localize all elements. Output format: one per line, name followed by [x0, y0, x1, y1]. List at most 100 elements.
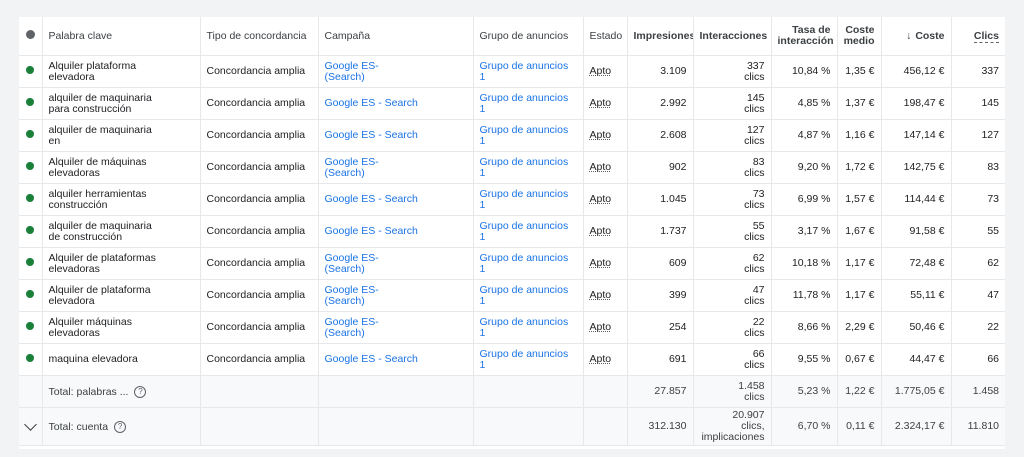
- interactions-cell: 83 clics: [693, 151, 772, 184]
- help-icon[interactable]: ?: [114, 420, 127, 433]
- total-account-label: Total: cuenta: [48, 420, 109, 433]
- table-row: Alquiler de plataformas elevadoras Concord…: [19, 247, 1005, 280]
- campaign-link[interactable]: Google ES - Search: [325, 129, 418, 141]
- keyword-text-line2: elevadoras: [48, 326, 100, 339]
- enabled-status-dot-icon[interactable]: [26, 194, 35, 202]
- chevron-down-icon[interactable]: [23, 418, 37, 431]
- cost-cell: 147,14 €: [881, 119, 952, 152]
- total-account-interactions-extra: implicaciones: [701, 431, 765, 443]
- clicks-cell: 22: [951, 311, 1005, 344]
- avg-cost-column-header[interactable]: Coste medio: [837, 17, 882, 56]
- campaign-link[interactable]: Google ES - Search: [325, 353, 418, 365]
- interactions-unit: clics: [744, 134, 765, 147]
- status-cell: Apto: [583, 247, 628, 280]
- expand-toggle[interactable]: [19, 407, 43, 446]
- clicks-column-header[interactable]: Clics: [951, 17, 1005, 56]
- match-type-cell: Concordancia amplia: [200, 183, 319, 216]
- enabled-status-dot-icon[interactable]: [26, 130, 35, 138]
- total-keywords-label: Total: palabras ...: [48, 385, 129, 398]
- keyword-cell: Alquiler de plataforma elevadora: [42, 279, 201, 312]
- interaction-rate-column-header[interactable]: Tasa de interacción: [771, 17, 838, 56]
- interactions-column-header[interactable]: Interacciones: [693, 17, 772, 56]
- impressions-cell: 691: [627, 343, 694, 376]
- interaction-rate-cell: 3,17 %: [771, 215, 838, 248]
- campaign-link[interactable]: Google ES- (Search): [325, 60, 379, 83]
- interaction-rate-cell: 9,55 %: [771, 343, 838, 376]
- campaign-link[interactable]: Google ES - Search: [325, 225, 418, 237]
- avg-cost-cell: 1,57 €: [837, 183, 882, 216]
- campaign-link[interactable]: Google ES - Search: [325, 193, 418, 205]
- ad-group-link[interactable]: Grupo de anuncios 1: [480, 316, 569, 339]
- ad-group-cell: Grupo de anuncios 1: [473, 183, 584, 216]
- status-text-column-header[interactable]: Estado: [583, 17, 628, 56]
- interaction-rate-cell: 8,66 %: [771, 311, 838, 344]
- status-text[interactable]: Apto: [590, 161, 612, 173]
- status-text[interactable]: Apto: [590, 97, 612, 109]
- cost-column-header[interactable]: ↓ Coste: [881, 17, 952, 56]
- status-text[interactable]: Apto: [590, 289, 612, 301]
- keyword-text-line2: en: [48, 134, 61, 147]
- status-cell: Apto: [583, 311, 628, 344]
- keywords-table-panel: Palabra clave Tipo de concordancia Campa…: [19, 17, 1005, 449]
- table-row: Alquiler de plataforma elevadora Concordan…: [19, 279, 1005, 312]
- ad-group-link[interactable]: Grupo de anuncios 1: [480, 124, 569, 147]
- clicks-cell: 66: [951, 343, 1005, 376]
- status-column-header[interactable]: [19, 17, 43, 56]
- campaign-link[interactable]: Google ES - Search: [325, 97, 418, 109]
- interactions-unit: clics: [744, 294, 765, 307]
- avg-cost-cell: 1,17 €: [837, 279, 882, 312]
- campaign-cell: Google ES- (Search): [318, 279, 474, 312]
- total-keywords-avg-cost: 1,22 €: [837, 375, 882, 408]
- help-icon[interactable]: ?: [134, 385, 147, 398]
- campaign-link[interactable]: Google ES- (Search): [325, 316, 379, 339]
- impressions-column-header[interactable]: Impresiones: [627, 17, 694, 56]
- impressions-cell: 2.992: [627, 87, 694, 120]
- status-text[interactable]: Apto: [590, 257, 612, 269]
- table-row: alquiler de maquinaria de construcción Con…: [19, 215, 1005, 248]
- enabled-status-dot-icon[interactable]: [26, 162, 35, 170]
- interactions-unit: clics: [744, 198, 765, 211]
- campaign-link-text: Google ES - Search: [324, 353, 418, 365]
- status-text[interactable]: Apto: [590, 193, 612, 205]
- keyword-column-header[interactable]: Palabra clave: [42, 17, 201, 56]
- avg-cost-cell: 1,35 €: [837, 55, 882, 88]
- clicks-cell: 127: [951, 119, 1005, 152]
- enabled-status-dot-icon[interactable]: [26, 290, 35, 298]
- ad-group-link[interactable]: Grupo de anuncios 1: [480, 188, 569, 211]
- ad-group-column-header[interactable]: Grupo de anuncios: [473, 17, 584, 56]
- status-text[interactable]: Apto: [590, 129, 612, 141]
- ad-group-link[interactable]: Grupo de anuncios 1: [480, 220, 569, 243]
- keyword-cell: Alquiler máquinas elevadoras: [42, 311, 201, 344]
- enabled-status-dot-icon[interactable]: [26, 354, 35, 362]
- status-text[interactable]: Apto: [590, 65, 612, 77]
- enabled-status-dot-icon[interactable]: [26, 226, 35, 234]
- ad-group-link[interactable]: Grupo de anuncios 1: [480, 92, 569, 115]
- ad-group-link[interactable]: Grupo de anuncios 1: [480, 284, 569, 307]
- status-text[interactable]: Apto: [590, 353, 612, 365]
- campaign-link[interactable]: Google ES- (Search): [325, 252, 379, 275]
- campaign-link[interactable]: Google ES- (Search): [325, 284, 379, 307]
- enabled-status-dot-icon[interactable]: [26, 98, 35, 106]
- ad-group-cell: Grupo de anuncios 1: [473, 215, 584, 248]
- ad-group-cell: Grupo de anuncios 1: [473, 55, 584, 88]
- ad-group-link[interactable]: Grupo de anuncios 1: [480, 348, 569, 371]
- ad-group-link[interactable]: Grupo de anuncios 1: [480, 252, 569, 275]
- interaction-rate-cell: 10,84 %: [771, 55, 838, 88]
- total-keywords-rate: 5,23 %: [771, 375, 838, 408]
- campaign-link-text-line2: (Search): [324, 166, 365, 179]
- campaign-link[interactable]: Google ES- (Search): [325, 156, 379, 179]
- match-type-cell: Concordancia amplia: [200, 247, 319, 280]
- ad-group-link[interactable]: Grupo de anuncios 1: [480, 156, 569, 179]
- enabled-status-dot-icon[interactable]: [26, 258, 35, 266]
- status-text[interactable]: Apto: [590, 321, 612, 333]
- table-row: maquina elevadora Concordancia amplia Goog…: [19, 343, 1005, 376]
- match-type-cell: Concordancia amplia: [200, 87, 319, 120]
- ad-group-link[interactable]: Grupo de anuncios 1: [480, 60, 569, 83]
- status-text[interactable]: Apto: [590, 225, 612, 237]
- enabled-status-dot-icon[interactable]: [26, 322, 35, 330]
- enabled-status-dot-icon[interactable]: [26, 66, 35, 74]
- match-type-column-header[interactable]: Tipo de concordancia: [200, 17, 319, 56]
- campaign-column-header[interactable]: Campaña: [318, 17, 474, 56]
- status-cell: Apto: [583, 87, 628, 120]
- status-cell: Apto: [583, 215, 628, 248]
